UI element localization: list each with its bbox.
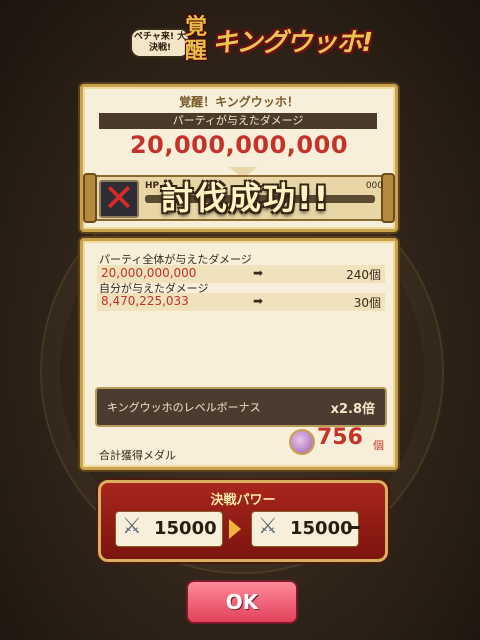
self-damage-value: 8,470,225,033 <box>101 294 189 308</box>
scroll-end-right <box>381 173 395 223</box>
total-medal-label: 合計獲得メダル <box>99 449 176 462</box>
ok-button[interactable]: OK <box>186 580 298 624</box>
total-medal-value: 756 <box>317 425 363 450</box>
self-medal-count: 30個 <box>353 296 381 310</box>
power-after-box: ⚔ 15000 <box>251 511 360 547</box>
no-change-dash-icon <box>348 526 360 529</box>
party-damage-label: パーティが与えたダメージ <box>99 113 377 129</box>
battle-power-title: 決戦パワー <box>210 493 276 508</box>
power-before-value: 15000 <box>154 518 217 539</box>
party-total-damage-value: 20,000,000,000 <box>101 266 197 280</box>
result-panel: 覚醒！キングウッホ！ パーティが与えたダメージ 20,000,000,000 ✕… <box>80 84 398 232</box>
hp-value-tail: 000 <box>365 181 383 191</box>
hp-label: HP <box>145 181 160 191</box>
level-bonus-value: x2.8倍 <box>330 402 375 417</box>
sword-icon: ⚔ <box>122 514 142 539</box>
total-medal-unit: 個 <box>373 439 384 452</box>
power-arrow-icon <box>229 519 241 539</box>
subjugation-banner: ✕ HP 000 討伐成功!! <box>83 173 395 223</box>
boss-name: 覚醒！キングウッホ！ <box>179 95 299 109</box>
party-total-damage-label: パーティ全体が与えたダメージ <box>99 253 252 266</box>
battle-power-box: 決戦パワー ⚔ 15000 ⚔ 15000 <box>98 480 388 562</box>
medal-icon <box>289 429 315 455</box>
power-after-value: 15000 <box>290 518 353 539</box>
defeated-x-icon: ✕ <box>103 176 135 220</box>
logo-title: キングウッホ! <box>212 28 373 58</box>
sword-icon: ⚔ <box>258 514 278 539</box>
scroll-end-left <box>83 173 97 223</box>
boss-portrait: ✕ <box>99 176 139 220</box>
arrow-icon: ➡ <box>253 294 264 308</box>
logo-awakening: 覚醒 <box>184 15 207 64</box>
subjugation-success-text: 討伐成功!! <box>161 179 331 217</box>
level-bonus-box: キングウッホのレベルボーナス x2.8倍 <box>95 387 387 427</box>
event-logo: ペチャ来! 大決戦! 覚醒 キングウッホ! <box>130 14 373 72</box>
arrow-icon: ➡ <box>253 266 264 280</box>
party-damage-value: 20,000,000,000 <box>129 131 349 159</box>
reward-panel: パーティ全体が与えたダメージ 20,000,000,000 ➡ 240個 自分が… <box>80 238 398 470</box>
power-before-box: ⚔ 15000 <box>115 511 223 547</box>
party-medal-count: 240個 <box>346 268 381 282</box>
level-bonus-label: キングウッホのレベルボーナス <box>107 401 261 414</box>
